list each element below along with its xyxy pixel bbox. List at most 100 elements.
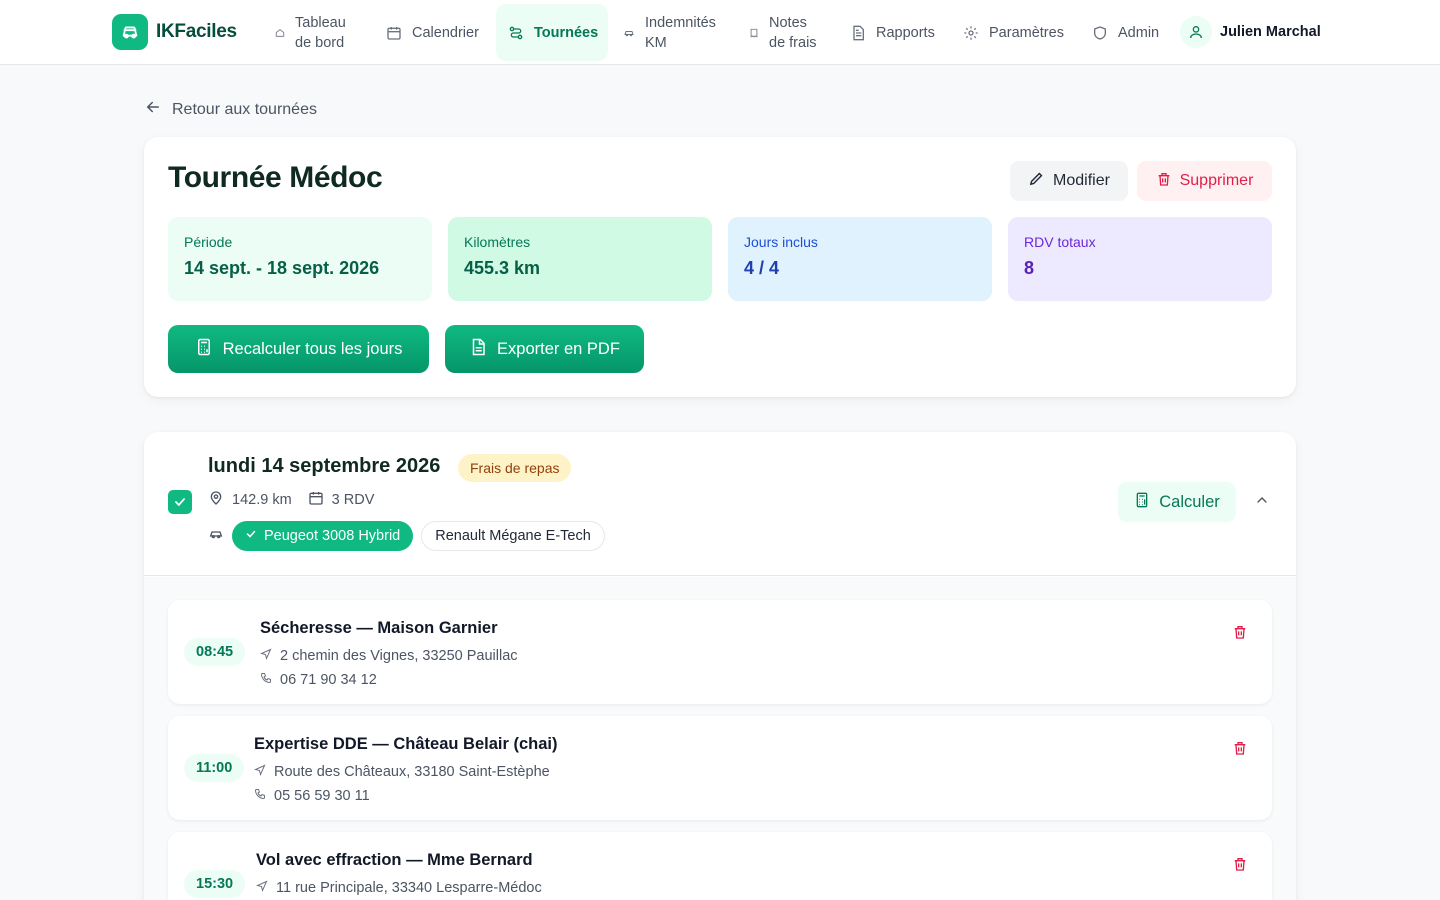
- nav-label: Notes de frais: [769, 14, 817, 51]
- receipt-icon: [749, 28, 759, 38]
- day-km: 142.9 km: [232, 492, 292, 508]
- car-icon: [208, 526, 224, 547]
- stat-label: Jours inclus: [744, 234, 818, 250]
- nav-label: Admin: [1118, 24, 1160, 41]
- nav-item-parametres[interactable]: Paramètres: [951, 4, 1076, 61]
- check-icon: [245, 528, 257, 544]
- address-text: Route des Châteaux, 33180 Saint-Estèphe: [274, 764, 550, 780]
- vehicle-label: Renault Mégane E-Tech: [435, 528, 591, 544]
- arrow-left-icon: [144, 98, 162, 121]
- vehicle-chip[interactable]: Renault Mégane E-Tech: [421, 521, 605, 551]
- back-label: Retour aux tournées: [172, 100, 317, 118]
- car-icon: [623, 27, 635, 39]
- pencil-icon: [1028, 170, 1045, 192]
- appointment-title: Expertise DDE — Château Belair (chai): [254, 735, 558, 753]
- navigation-icon: [253, 764, 266, 780]
- appointment-item[interactable]: 15:30 Vol avec effraction — Mme Bernard …: [168, 832, 1272, 900]
- route-icon: [508, 25, 524, 41]
- day-rdv: 3 RDV: [331, 492, 375, 508]
- page-title: Tournée Médoc: [168, 161, 383, 194]
- delete-label: Supprimer: [1179, 172, 1254, 189]
- trash-icon: [1232, 740, 1248, 761]
- appointment-phone: 05 56 59 30 11: [254, 784, 558, 808]
- collapse-day-button[interactable]: [1252, 492, 1272, 512]
- car-logo-icon: [112, 14, 148, 50]
- stat-label: Kilomètres: [464, 234, 531, 250]
- export-pdf-button[interactable]: Exporter en PDF: [445, 325, 644, 373]
- address-text: 11 rue Principale, 33340 Lesparre-Médoc: [276, 880, 542, 896]
- stat-rdv-totaux: RDV totaux 8: [1008, 217, 1272, 301]
- stat-value: 455.3 km: [464, 258, 541, 278]
- stat-value: 14 sept. - 18 sept. 2026: [184, 258, 380, 278]
- appointment-item[interactable]: 08:45 Sécheresse — Maison Garnier 2 chem…: [168, 600, 1272, 704]
- appointment-time: 11:00: [184, 754, 245, 782]
- appointments-list: 08:45 Sécheresse — Maison Garnier 2 chem…: [144, 577, 1296, 900]
- brand[interactable]: IKFaciles: [112, 14, 237, 50]
- user-menu[interactable]: Julien Marchal: [1180, 16, 1321, 48]
- delete-appointment-button[interactable]: [1230, 624, 1250, 644]
- export-pdf-label: Exporter en PDF: [497, 339, 620, 358]
- navigation-icon: [259, 648, 272, 664]
- stat-kilometres: Kilomètres 455.3 km: [448, 217, 712, 301]
- calendar-icon: [308, 490, 324, 510]
- edit-label: Modifier: [1053, 172, 1110, 189]
- appointment-time: 15:30: [184, 870, 246, 898]
- back-to-tours-link[interactable]: Retour aux tournées: [144, 98, 317, 121]
- top-navigation-bar: IKFaciles Tableau de bord Calendrier Tou…: [0, 0, 1440, 65]
- vehicle-label: Peugeot 3008 Hybrid: [264, 528, 401, 544]
- nav-item-indemnites-km[interactable]: Indemnités KM: [611, 4, 728, 61]
- address-text: 2 chemin des Vignes, 33250 Pauillac: [280, 648, 518, 664]
- user-icon: [1180, 16, 1212, 48]
- home-icon: [275, 28, 285, 38]
- nav-label: Indemnités KM: [645, 14, 716, 51]
- phone-text: 05 56 59 30 11: [274, 788, 370, 804]
- day-include-checkbox[interactable]: [168, 490, 192, 514]
- trash-icon: [1232, 856, 1248, 877]
- nav-item-calendrier[interactable]: Calendrier: [374, 4, 491, 61]
- delete-appointment-button[interactable]: [1230, 740, 1250, 760]
- nav-item-tableau-de-bord[interactable]: Tableau de bord: [263, 4, 358, 61]
- appointment-item[interactable]: 11:00 Expertise DDE — Château Belair (ch…: [168, 716, 1272, 820]
- appointment-address: 2 chemin des Vignes, 33250 Pauillac: [259, 644, 518, 668]
- calculator-icon: [195, 338, 213, 361]
- appointment-info: Expertise DDE — Château Belair (chai) Ro…: [253, 735, 558, 808]
- recalculate-label: Recalculer tous les jours: [222, 339, 403, 358]
- nav-label: Tableau de bord: [295, 14, 346, 51]
- navigation-icon: [255, 880, 268, 896]
- appointment-address: 11 rue Principale, 33340 Lesparre-Médoc: [255, 876, 542, 900]
- stat-value: 8: [1024, 258, 1035, 278]
- vehicle-chip-selected[interactable]: Peugeot 3008 Hybrid: [232, 521, 414, 551]
- vehicle-selector: Peugeot 3008 Hybrid Renault Mégane E-Tec…: [208, 521, 605, 551]
- appointment-info: Vol avec effraction — Mme Bernard 11 rue…: [255, 851, 542, 900]
- calculate-day-button[interactable]: Calculer: [1118, 482, 1236, 522]
- nav-item-rapports[interactable]: Rapports: [838, 4, 947, 61]
- nav-label: Tournées: [534, 24, 599, 41]
- user-name: Julien Marchal: [1220, 24, 1321, 40]
- phone-icon: [260, 672, 272, 688]
- day-distance: 142.9 km: [208, 490, 292, 510]
- day-header: lundi 14 septembre 2026 Frais de repas 1…: [144, 432, 1296, 576]
- nav-item-admin[interactable]: Admin: [1080, 4, 1171, 61]
- delete-button[interactable]: Supprimer: [1137, 161, 1272, 201]
- file-text-icon: [850, 25, 866, 41]
- day-card: lundi 14 septembre 2026 Frais de repas 1…: [144, 432, 1296, 900]
- recalculate-all-days-button[interactable]: Recalculer tous les jours: [168, 325, 429, 373]
- map-pin-icon: [208, 490, 224, 510]
- trash-icon: [1156, 171, 1172, 192]
- appointment-address: Route des Châteaux, 33180 Saint-Estèphe: [253, 760, 558, 784]
- file-text-icon: [469, 338, 487, 361]
- stat-label: RDV totaux: [1024, 234, 1096, 250]
- nav-item-tournees[interactable]: Tournées: [496, 4, 608, 61]
- appointment-info: Sécheresse — Maison Garnier 2 chemin des…: [259, 619, 518, 692]
- edit-button[interactable]: Modifier: [1010, 161, 1128, 201]
- stat-periode: Période 14 sept. - 18 sept. 2026: [168, 217, 432, 301]
- nav-item-notes-de-frais[interactable]: Notes de frais: [737, 4, 829, 61]
- calculator-icon: [1134, 492, 1150, 513]
- trash-icon: [1232, 624, 1248, 645]
- delete-appointment-button[interactable]: [1230, 856, 1250, 876]
- day-meta: 142.9 km 3 RDV: [208, 490, 374, 510]
- stat-label: Période: [184, 234, 233, 250]
- tour-summary-card: Tournée Médoc Modifier Supprimer Période…: [144, 137, 1296, 397]
- appointment-title: Sécheresse — Maison Garnier: [260, 619, 498, 637]
- phone-text: 06 71 90 34 12: [280, 672, 377, 688]
